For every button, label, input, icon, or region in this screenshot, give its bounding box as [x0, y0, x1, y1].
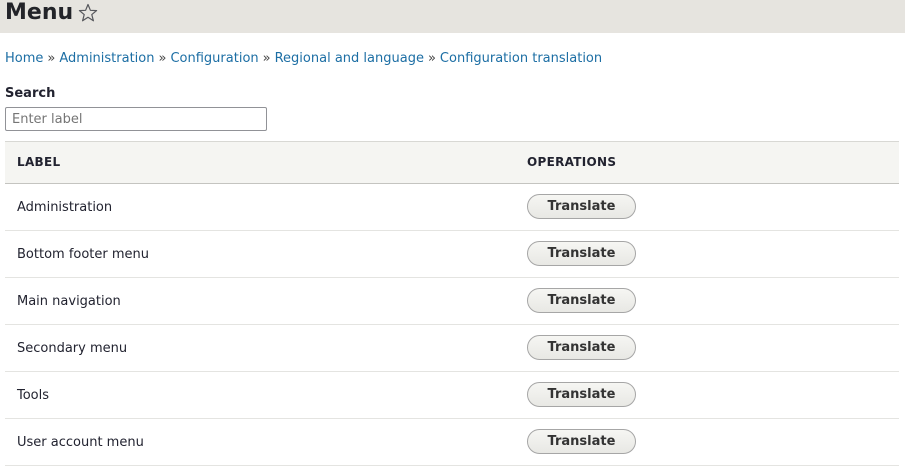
- page-header: Menu: [0, 0, 905, 33]
- row-label: Main navigation: [17, 294, 121, 309]
- translate-button[interactable]: Translate: [527, 241, 636, 266]
- row-label: User account menu: [17, 435, 144, 450]
- row-label: Tools: [17, 388, 50, 403]
- table-row: Main navigation Translate: [5, 278, 899, 325]
- table-row: Bottom footer menu Translate: [5, 231, 899, 278]
- column-header-operations: OPERATIONS: [527, 155, 617, 169]
- breadcrumb-home[interactable]: Home: [5, 51, 43, 66]
- breadcrumb-configuration[interactable]: Configuration: [170, 51, 258, 66]
- breadcrumb-administration[interactable]: Administration: [59, 51, 154, 66]
- table-row: User account menu Translate: [5, 419, 899, 466]
- menu-table: LABEL OPERATIONS Administration Translat…: [5, 141, 899, 466]
- search-label: Search: [5, 86, 56, 101]
- column-header-label: LABEL: [17, 155, 61, 169]
- translate-button[interactable]: Translate: [527, 288, 636, 313]
- table-header: LABEL OPERATIONS: [5, 141, 899, 184]
- breadcrumb: Home» Administration» Configuration» Region…: [5, 51, 602, 67]
- table-row: Administration Translate: [5, 184, 899, 231]
- star-icon[interactable]: [78, 3, 98, 23]
- breadcrumb-separator: »: [158, 51, 167, 66]
- page-title: Menu: [5, 0, 74, 25]
- breadcrumb-configuration-translation[interactable]: Configuration translation: [440, 51, 602, 66]
- row-label: Administration: [17, 200, 113, 215]
- table-row: Secondary menu Translate: [5, 325, 899, 372]
- row-label: Secondary menu: [17, 341, 128, 356]
- row-label: Bottom footer menu: [17, 247, 150, 262]
- table-row: Tools Translate: [5, 372, 899, 419]
- translate-button[interactable]: Translate: [527, 382, 636, 407]
- breadcrumb-separator: »: [427, 51, 436, 66]
- translate-button[interactable]: Translate: [527, 194, 636, 219]
- breadcrumb-separator: »: [47, 51, 56, 66]
- breadcrumb-separator: »: [262, 51, 271, 66]
- search-input[interactable]: [5, 107, 267, 131]
- breadcrumb-regional-and-language[interactable]: Regional and language: [275, 51, 424, 66]
- translate-button[interactable]: Translate: [527, 335, 636, 360]
- translate-button[interactable]: Translate: [527, 429, 636, 454]
